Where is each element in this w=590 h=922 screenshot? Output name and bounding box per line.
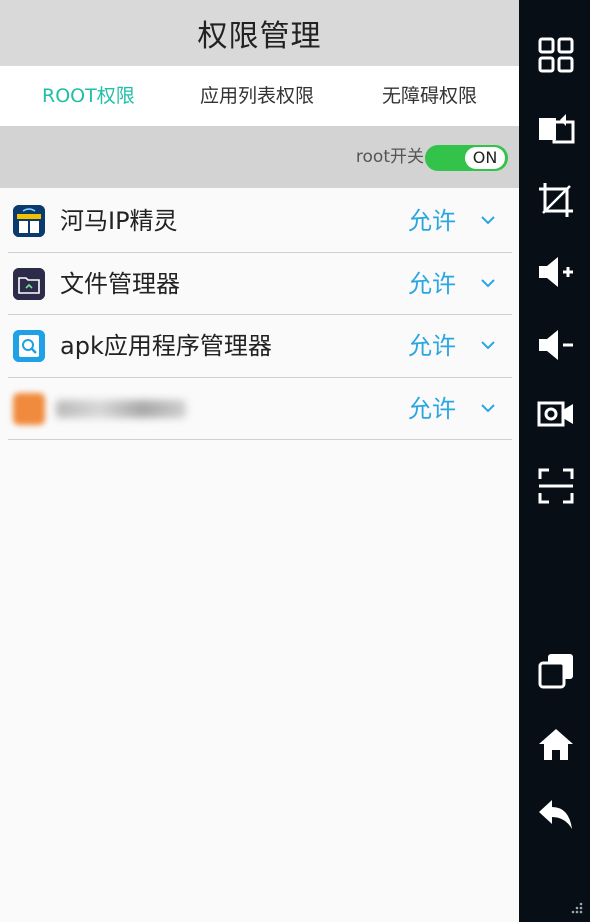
back-icon [539,800,572,829]
blurred-app-icon [13,392,45,425]
list-item[interactable]: apk应用程序管理器 允许 [8,315,512,378]
chevron-down-icon[interactable] [480,275,496,291]
title-bar: 权限管理 [0,0,519,66]
switch-window-icon [539,114,575,144]
floating-sidebar [519,0,590,922]
chevron-down-icon[interactable] [480,212,496,228]
scan-icon [538,468,574,504]
permission-status[interactable]: 允许 [408,190,456,252]
grid-button[interactable] [536,35,576,75]
root-switch-label: root开关 [355,147,424,167]
page-title: 权限管理 [197,19,322,54]
apk-manager-app-icon [13,330,45,362]
permission-status[interactable]: 允许 [408,253,456,315]
back-button[interactable] [536,795,576,835]
blurred-app-name [56,399,186,418]
volume-up-button[interactable] [536,252,576,292]
root-toggle[interactable]: ON [425,145,508,171]
copy-button[interactable] [536,651,576,691]
crop-icon [539,183,573,217]
video-record-icon [537,401,573,427]
file-manager-app-icon [13,267,45,300]
permission-status[interactable]: 允许 [408,315,456,377]
hippo-ip-app-icon [13,205,45,237]
permission-app: 权限管理 ROOT权限 应用列表权限 无障碍权限 root开关 ON 河马IP精… [0,0,519,922]
list-item[interactable]: 允许 [8,378,512,440]
tab-accessibility-permission[interactable]: 无障碍权限 [382,66,477,126]
copy-icon [538,654,573,689]
volume-down-button[interactable] [536,325,576,365]
app-permission-list: 河马IP精灵 允许 文件管理器 允许 apk应用程序管理器 允许 允许 [0,190,519,440]
chevron-down-icon[interactable] [480,400,496,416]
volume-down-icon [539,330,573,360]
list-item[interactable]: 河马IP精灵 允许 [8,190,512,253]
switch-window-button[interactable] [536,108,576,148]
grid-icon [538,37,574,73]
app-name: apk应用程序管理器 [60,332,272,360]
home-icon [539,729,573,760]
scan-button[interactable] [536,466,576,506]
app-name: 河马IP精灵 [60,207,178,235]
volume-up-icon [539,257,573,287]
home-button[interactable] [536,725,576,765]
app-name: 文件管理器 [60,269,180,298]
crop-button[interactable] [536,180,576,220]
tab-root-permission[interactable]: ROOT权限 [42,66,135,126]
chevron-down-icon[interactable] [480,337,496,353]
list-item[interactable]: 文件管理器 允许 [8,253,512,315]
permission-status[interactable]: 允许 [408,378,456,440]
resize-handle-icon[interactable] [569,900,583,914]
video-record-button[interactable] [536,394,576,434]
tab-app-list-permission[interactable]: 应用列表权限 [200,66,314,126]
toggle-state: ON [465,147,505,169]
tab-bar: ROOT权限 应用列表权限 无障碍权限 [0,66,519,126]
